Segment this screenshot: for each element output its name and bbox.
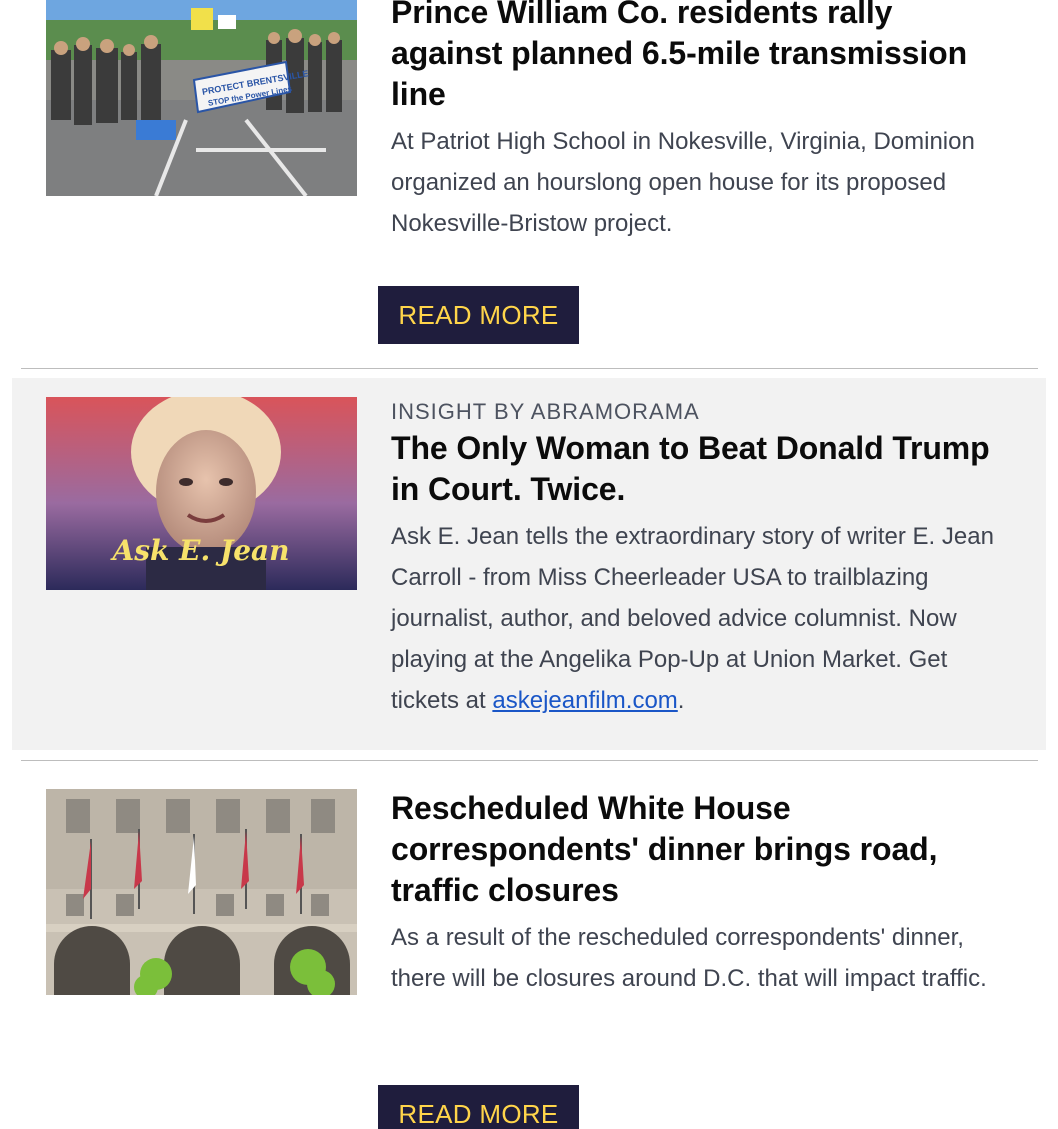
story-1-headline[interactable]: Prince William Co. residents rally again… xyxy=(391,0,1011,115)
story-3-read-more-button[interactable]: READ MORE xyxy=(378,1085,579,1129)
divider xyxy=(21,368,1038,369)
story-1-image[interactable]: PROTECT BRENTSVILLE STOP the Power Lines xyxy=(46,0,357,196)
story-2-dek: Ask E. Jean tells the extraordinary stor… xyxy=(391,516,1011,721)
story-2-image[interactable]: Ask E. Jean xyxy=(46,397,357,590)
story-3-image[interactable] xyxy=(46,789,357,995)
story-3-dek: As a result of the rescheduled correspon… xyxy=(391,924,987,992)
ask-e-jean-title-art: Ask E. Jean xyxy=(109,534,289,567)
story-2-dek-text: Ask E. Jean tells the extraordinary stor… xyxy=(391,523,994,714)
askejeanfilm-link[interactable]: askejeanfilm.com xyxy=(492,687,677,714)
story-2-headline[interactable]: The Only Woman to Beat Donald Trump in C… xyxy=(391,428,1011,510)
story-3-headline[interactable]: Rescheduled White House correspondents' … xyxy=(391,788,1011,911)
story-2-kicker: INSIGHT BY ABRAMORAMA xyxy=(391,399,700,424)
story-1-dek: At Patriot High School in Nokesville, Vi… xyxy=(391,128,975,237)
story-1-read-more-button[interactable]: READ MORE xyxy=(378,286,579,344)
story-2-dek-end: . xyxy=(677,687,685,714)
divider xyxy=(21,760,1038,761)
newsletter-page: PROTECT BRENTSVILLE STOP the Power Lines… xyxy=(0,0,1058,1129)
